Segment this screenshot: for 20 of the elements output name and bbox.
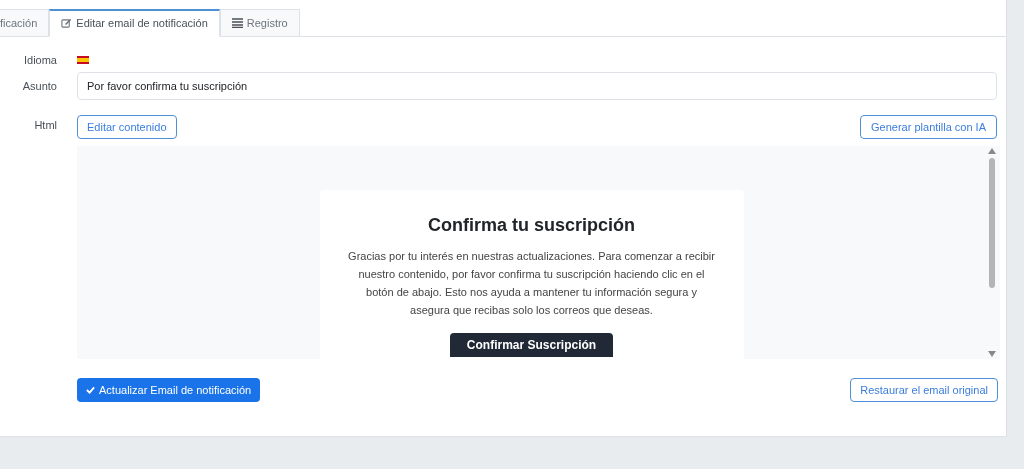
field-label: Asunto bbox=[21, 79, 57, 94]
checkmark-icon bbox=[86, 386, 95, 394]
tab[interactable]: Registro bbox=[219, 9, 300, 37]
list-icon bbox=[231, 18, 243, 28]
edit-icon bbox=[61, 18, 73, 29]
scroll-up-icon[interactable] bbox=[988, 148, 996, 154]
subject-field[interactable]: Por favor confirma tu suscripción bbox=[76, 72, 997, 100]
field-label: Html bbox=[33, 118, 57, 133]
generate-template-button[interactable]: Generar plantilla con IA bbox=[860, 115, 997, 139]
tab[interactable]: ficación bbox=[0, 9, 50, 37]
email-body: Gracias por tu interés en nuestras actualizaciones. Para comenzar a recibir nuestro contenido, por favor confirma tu suscripción haciendo clic en el botón de abajo. Esto nos ayuda a mantener tu información segura y asegura que recibas solo los correos que deseas. bbox=[347, 249, 716, 318]
flag-icon bbox=[77, 56, 89, 64]
edit-content-button[interactable]: Editar contenido bbox=[77, 115, 177, 139]
restore-email-button[interactable]: Restaurar el email original bbox=[850, 378, 998, 402]
field-label: Idioma bbox=[22, 52, 57, 68]
scroll-down-icon[interactable] bbox=[988, 351, 996, 357]
email-heading: Confirma tu suscripción bbox=[428, 214, 635, 237]
update-email-button[interactable]: Actualizar Email de notificación bbox=[77, 378, 261, 402]
confirm-button[interactable]: Confirmar Suscripción bbox=[449, 333, 614, 357]
tab[interactable]: Editar email de notificación bbox=[49, 9, 220, 37]
